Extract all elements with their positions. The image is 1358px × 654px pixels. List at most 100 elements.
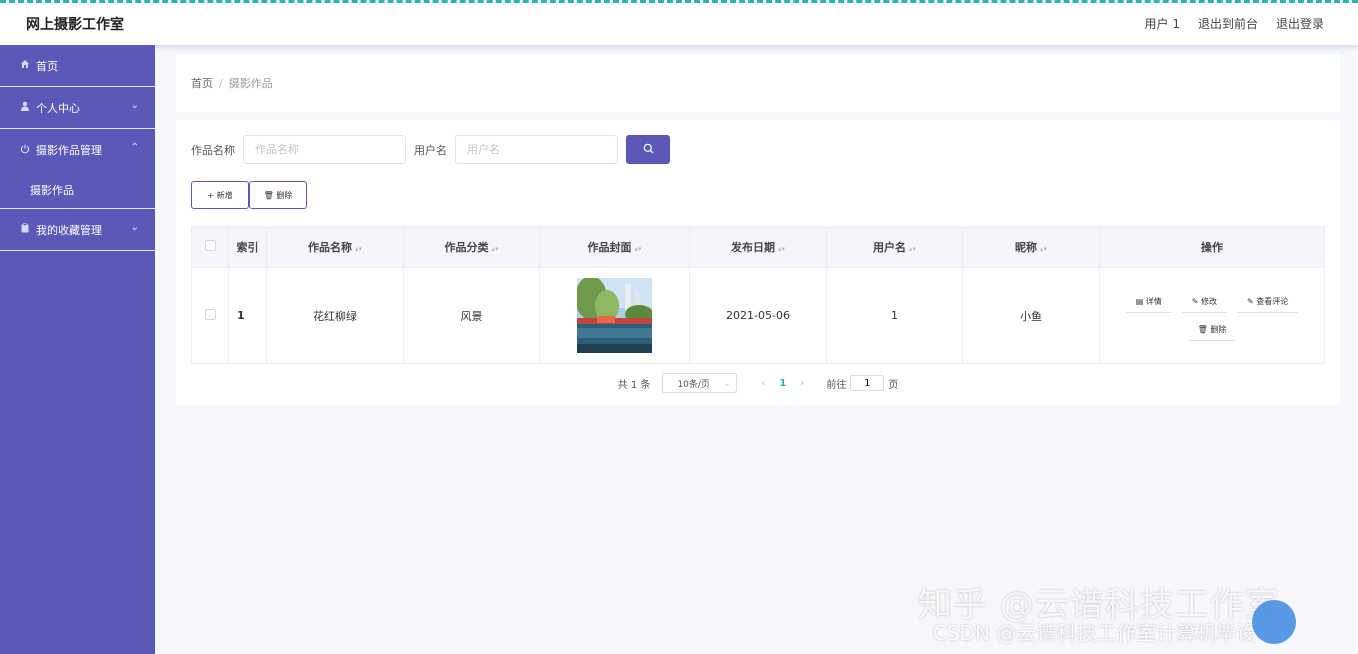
- breadcrumb-separator: /: [219, 77, 223, 90]
- top-nav: 用户 1 退出到前台 退出登录: [1145, 15, 1324, 32]
- add-button[interactable]: + 新增: [191, 181, 249, 209]
- col-nickname-label: 昵称: [1014, 241, 1037, 254]
- sidebar: 首页 个人中心 ⌄ 摄影作品管理 ⌃ 摄影作品 我的收藏管理 ⌄: [0, 45, 155, 654]
- col-username[interactable]: 用户名 ▴▾: [826, 226, 963, 268]
- chevron-down-icon: ⌄: [723, 378, 731, 388]
- row-cover-cell: [539, 267, 690, 364]
- col-index: 索引: [228, 226, 267, 268]
- exit-to-frontend-link[interactable]: 退出到前台: [1198, 15, 1258, 32]
- search-icon: [643, 143, 653, 153]
- col-cover-label: 作品封面: [587, 241, 632, 254]
- cover-image[interactable]: [577, 278, 652, 353]
- sidebar-item-label: 首页: [36, 59, 58, 73]
- home-icon: [18, 59, 32, 72]
- col-nickname[interactable]: 昵称 ▴▾: [962, 226, 1100, 268]
- breadcrumb-card: 首页 / 摄影作品: [176, 54, 1340, 112]
- current-user-link[interactable]: 用户 1: [1145, 15, 1180, 32]
- floating-action-button[interactable]: [1252, 600, 1296, 644]
- row-delete-label: 删除: [1210, 324, 1227, 334]
- trash-icon: 🗑: [1197, 324, 1211, 334]
- work-name-input[interactable]: [243, 135, 406, 164]
- power-icon: [18, 144, 32, 157]
- breadcrumb-home[interactable]: 首页: [191, 77, 213, 90]
- sort-icon: ▴▾: [777, 245, 786, 253]
- page-size-select[interactable]: 10条/页 ⌄: [662, 373, 738, 393]
- sort-icon: ▴▾: [634, 245, 642, 253]
- sidebar-item-label: 个人中心: [36, 101, 80, 115]
- view-comments-button[interactable]: ✎ 查看评论: [1237, 291, 1299, 313]
- edit-icon: ✎: [1191, 296, 1202, 306]
- row-select-cell: [191, 267, 229, 364]
- row-nickname: 小鱼: [962, 267, 1100, 364]
- table-header-row: 索引 作品名称 ▴▾ 作品分类 ▴▾ 作品封面 ▴▾ 发布日期 ▴▾ 用户名 ▴▾ 昵称 ▴…: [191, 226, 1325, 268]
- logout-link[interactable]: 退出登录: [1276, 15, 1324, 32]
- main-card: 作品名称 用户名 + 新增 🗑 删除 索引 作品名称▴▾ 作品分类▴▾ 作品封面…: [176, 120, 1340, 405]
- edit-button[interactable]: ✎ 修改: [1181, 291, 1228, 313]
- page-suffix: 页: [888, 379, 899, 391]
- col-name[interactable]: 作品名称 ▴▾: [266, 226, 404, 268]
- chevron-down-icon: ⌄: [130, 222, 139, 233]
- col-index-label: 索引: [236, 241, 259, 254]
- chevron-down-icon: ⌄: [130, 100, 139, 111]
- sort-icon: ▴▾: [1039, 245, 1048, 253]
- sidebar-item-works-management[interactable]: 摄影作品管理 ⌃: [0, 129, 155, 171]
- sort-icon: ▴▾: [354, 245, 363, 253]
- pagination-total: 共 1 条: [617, 379, 651, 391]
- work-name-label: 作品名称: [191, 143, 235, 157]
- page-number-current[interactable]: 1: [779, 378, 786, 389]
- table-row: 1 花红柳绿 风景 2021-05-06 1 小鱼 ▤ 详情 ✎ 修改 ✎ 查看…: [191, 267, 1325, 364]
- col-actions: 操作: [1099, 226, 1325, 268]
- sidebar-item-favorites-management[interactable]: 我的收藏管理 ⌄: [0, 209, 155, 251]
- prev-page-button[interactable]: ‹: [761, 378, 765, 389]
- select-all-cell: [191, 226, 229, 268]
- page-size-value: 10条/页: [677, 379, 710, 390]
- row-actions: ▤ 详情 ✎ 修改 ✎ 查看评论 🗑 删除: [1117, 291, 1307, 341]
- sidebar-item-home[interactable]: 首页: [0, 45, 155, 87]
- detail-label: 详情: [1145, 296, 1162, 306]
- search-button[interactable]: [626, 135, 670, 164]
- search-row: 作品名称 用户名: [191, 135, 670, 164]
- comment-edit-icon: ✎: [1247, 296, 1257, 306]
- chevron-up-icon: ⌃: [130, 142, 139, 153]
- col-username-label: 用户名: [872, 241, 906, 254]
- top-bar: 网上摄影工作室 用户 1 退出到前台 退出登录: [0, 0, 1358, 45]
- breadcrumb: 首页 / 摄影作品: [191, 75, 273, 91]
- username-label: 用户名: [414, 143, 447, 157]
- app-title: 网上摄影工作室: [26, 17, 124, 33]
- sort-icon: ▴▾: [908, 245, 917, 253]
- row-index: 1: [228, 267, 267, 364]
- sidebar-item-personal-center[interactable]: 个人中心 ⌄: [0, 87, 155, 129]
- detail-button[interactable]: ▤ 详情: [1125, 291, 1172, 313]
- detail-icon: ▤: [1135, 296, 1146, 306]
- col-category[interactable]: 作品分类 ▴▾: [403, 226, 540, 268]
- works-table: 索引 作品名称 ▴▾ 作品分类 ▴▾ 作品封面 ▴▾ 发布日期 ▴▾ 用户名 ▴▾ 昵称 ▴…: [191, 226, 1325, 364]
- goto-page-input[interactable]: [850, 375, 885, 391]
- row-category: 风景: [403, 267, 540, 364]
- row-delete-button[interactable]: 🗑 删除: [1187, 319, 1237, 341]
- username-input[interactable]: [455, 135, 618, 164]
- row-name: 花红柳绿: [266, 267, 404, 364]
- col-date[interactable]: 发布日期 ▴▾: [689, 226, 827, 268]
- watermark-csdn: CSDN @云谱科技工作室计算机毕设: [933, 621, 1257, 645]
- col-cover[interactable]: 作品封面 ▴▾: [539, 226, 690, 268]
- row-username: 1: [826, 267, 963, 364]
- sidebar-item-label: 我的收藏管理: [36, 223, 102, 237]
- row-date: 2021-05-06: [689, 267, 827, 364]
- row-checkbox[interactable]: [204, 308, 216, 320]
- select-all-checkbox[interactable]: [204, 240, 216, 251]
- sidebar-subitem-works[interactable]: 摄影作品: [0, 171, 155, 209]
- pagination: 共 1 条 10条/页 ⌄ ‹ 1 › 前往 页: [176, 373, 1340, 393]
- sort-icon: ▴▾: [491, 245, 499, 253]
- edit-label: 修改: [1201, 296, 1218, 306]
- col-date-label: 发布日期: [730, 241, 775, 254]
- goto-label: 前往: [826, 379, 847, 391]
- toolbar: + 新增 🗑 删除: [191, 181, 307, 209]
- sidebar-item-label: 摄影作品管理: [36, 144, 102, 157]
- delete-button[interactable]: 🗑 删除: [249, 181, 307, 209]
- next-page-button[interactable]: ›: [800, 378, 804, 389]
- breadcrumb-current: 摄影作品: [228, 77, 273, 90]
- col-name-label: 作品名称: [307, 241, 352, 254]
- row-actions-cell: ▤ 详情 ✎ 修改 ✎ 查看评论 🗑 删除: [1099, 267, 1325, 364]
- clipboard-icon: [18, 223, 32, 236]
- col-actions-label: 操作: [1201, 241, 1223, 254]
